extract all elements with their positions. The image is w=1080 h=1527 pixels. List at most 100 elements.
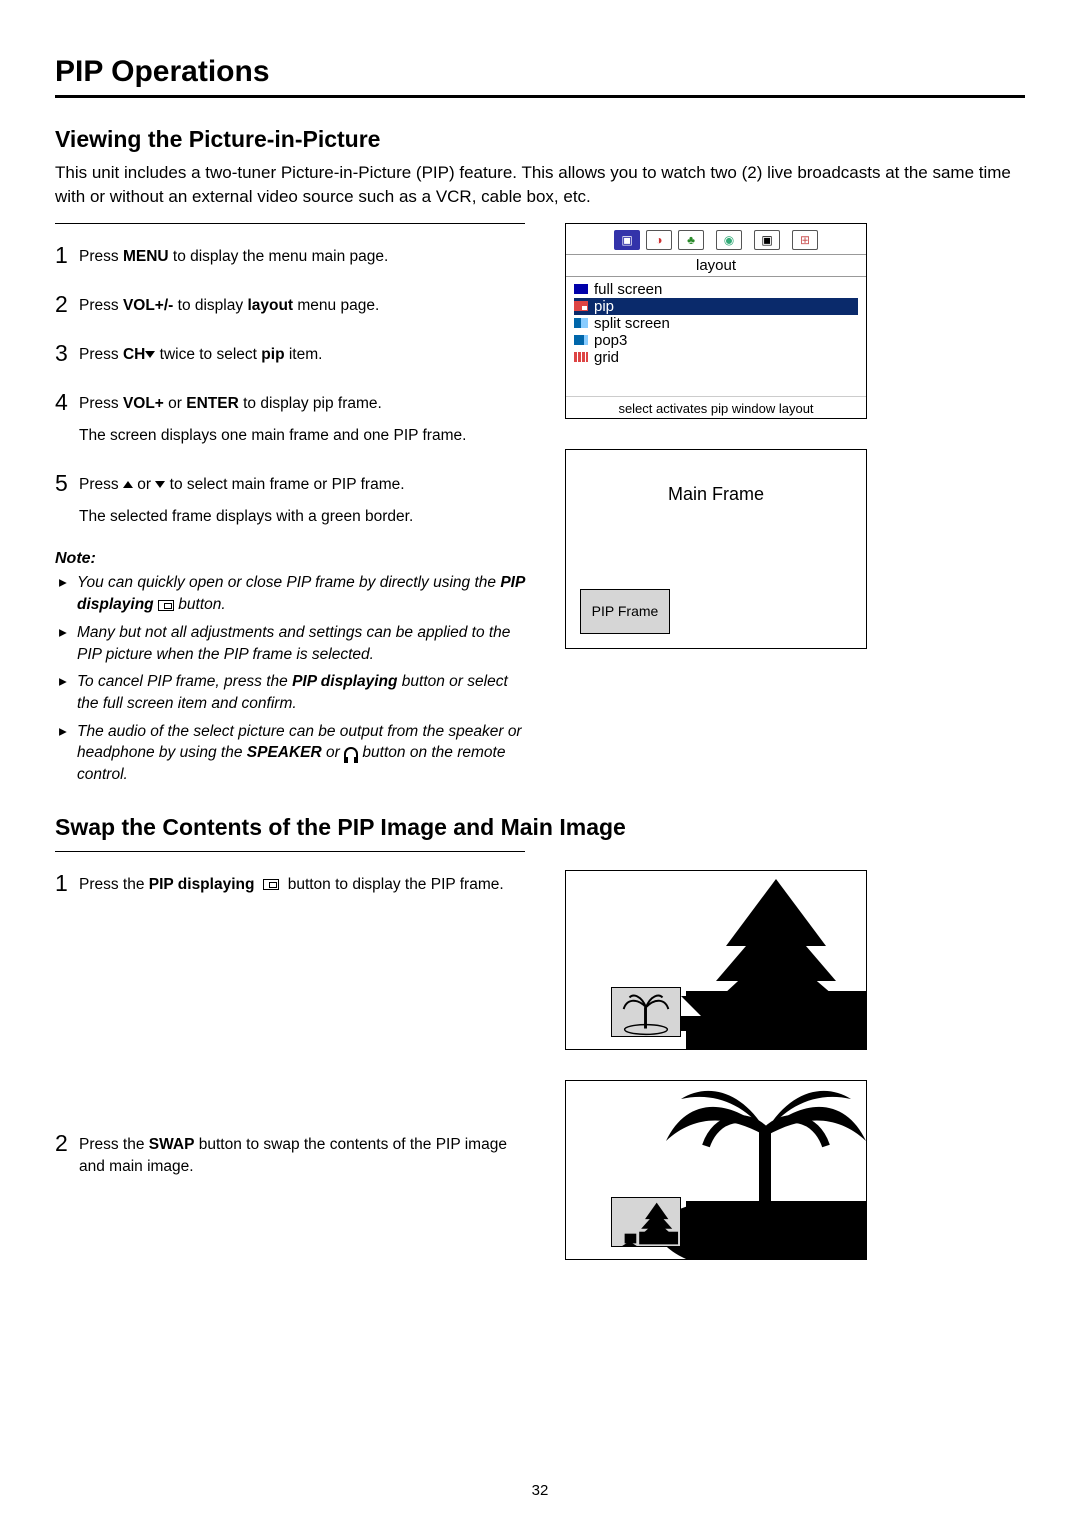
key: SWAP [149,1136,195,1153]
osd-item-fullscreen: full screen [574,281,858,298]
txt: Press [79,297,123,314]
swap-illustration-1 [565,870,867,1050]
osd-header: layout [566,254,866,277]
section1-intro: This unit includes a two-tuner Picture-i… [55,161,1025,209]
pip-inset [611,987,681,1037]
txt: Press the [79,876,149,893]
key: SPEAKER [247,744,322,761]
txt: twice to select [155,346,261,363]
key: VOL+/- [123,297,173,314]
chevron-up-icon [123,481,133,488]
txt: Press the [79,1136,149,1153]
key: PIP displaying [292,673,397,690]
note-list: You can quickly open or close PIP frame … [55,572,525,785]
key: CH [123,346,145,363]
step-text: Press VOL+ or ENTER to display pip frame… [79,389,466,448]
osd-item-grid: grid [574,349,858,366]
step-2: 2 Press VOL+/- to display layout menu pa… [55,291,525,318]
osd-tab-icons: ▣ ◑ ♣ ◉ ▣ ⊞ [566,224,866,254]
step-text: Press the SWAP button to swap the conten… [79,1130,525,1179]
txt: to display pip frame. [239,395,382,412]
pip-button-icon [158,600,174,611]
txt: to select main frame or PIP frame. [165,476,404,493]
txt: button to display the PIP frame. [283,876,503,893]
step-text: Press VOL+/- to display layout menu page… [79,291,379,317]
step-number: 2 [55,1130,79,1157]
note-label: Note: [55,550,525,568]
step-text: Press MENU to display the menu main page… [79,242,388,268]
txt: Press [79,476,123,493]
section1-heading: Viewing the Picture-in-Picture [55,126,1025,153]
osd-item-pip: pip [574,298,858,315]
txt: item. [285,346,323,363]
main-frame-label: Main Frame [668,484,764,505]
step-text: Press the PIP displaying button to displ… [79,870,504,896]
note-item: Many but not all adjustments and setting… [77,622,525,665]
osd-tab-icon: ⊞ [792,230,818,250]
key: pip [261,346,284,363]
osd-item-label: pop3 [594,332,627,349]
section-rule [55,223,525,224]
osd-item-pop3: pop3 [574,332,858,349]
headphone-icon [344,747,358,759]
txt: Press [79,346,123,363]
note-item: The audio of the select picture can be o… [77,721,525,786]
layout-pip-icon [574,301,588,311]
key: layout [247,297,293,314]
pip-inset [611,1197,681,1247]
osd-item-label: split screen [594,315,670,332]
swap-step-1: 1 Press the PIP displaying button to dis… [55,870,525,897]
layout-full-icon [574,284,588,294]
chevron-down-icon [155,481,165,488]
txt: or [133,476,155,493]
txt: or [322,744,344,761]
osd-tab-icon: ▣ [754,230,780,250]
txt: You can quickly open or close PIP frame … [77,574,500,591]
step-number: 2 [55,291,79,318]
section2-heading: Swap the Contents of the PIP Image and M… [55,814,1025,841]
swap-step-2: 2 Press the SWAP button to swap the cont… [55,1130,525,1179]
note-item: You can quickly open or close PIP frame … [77,572,525,615]
section-rule [55,851,525,852]
pip-button-icon [263,879,279,890]
swap-illustration-2 [565,1080,867,1260]
step-text: Press or to select main frame or PIP fra… [79,470,413,529]
pip-diagram: Main Frame PIP Frame [565,449,867,649]
key: ENTER [186,395,239,412]
step-3: 3 Press CH twice to select pip item. [55,340,525,367]
layout-grid-icon [574,352,588,362]
osd-item-label: full screen [594,281,662,298]
osd-footer: select activates pip window layout [566,396,866,418]
note-item: To cancel PIP frame, press the PIP displ… [77,671,525,714]
osd-tab-icon: ▣ [614,230,640,250]
txt: to display [173,297,247,314]
txt: Press [79,248,123,265]
title-rule [55,95,1025,98]
txt: or [164,395,186,412]
osd-tab-icon: ♣ [678,230,704,250]
osd-tab-icon: ◑ [646,230,672,250]
osd-item-label: grid [594,349,619,366]
txt: menu page. [293,297,379,314]
step-number: 4 [55,389,79,416]
layout-pop3-icon [574,335,588,345]
osd-tab-icon: ◉ [716,230,742,250]
step-5: 5 Press or to select main frame or PIP f… [55,470,525,529]
pine-tree-icon [612,1197,680,1247]
osd-item-split: split screen [574,315,858,332]
page-number: 32 [0,1482,1080,1499]
osd-menu: ▣ ◑ ♣ ◉ ▣ ⊞ layout full screen pip split… [565,223,867,419]
page-title: PIP Operations [55,55,1025,89]
txt: To cancel PIP frame, press the [77,673,292,690]
step-subtext: The selected frame displays with a green… [79,506,413,528]
pip-frame-box: PIP Frame [580,589,670,634]
txt: Many but not all adjustments and setting… [77,624,510,663]
step-number: 5 [55,470,79,497]
step-4: 4 Press VOL+ or ENTER to display pip fra… [55,389,525,448]
step-text: Press CH twice to select pip item. [79,340,322,366]
key: MENU [123,248,169,265]
step-number: 1 [55,242,79,269]
layout-split-icon [574,318,588,328]
txt: button. [174,596,226,613]
step-1: 1 Press MENU to display the menu main pa… [55,242,525,269]
